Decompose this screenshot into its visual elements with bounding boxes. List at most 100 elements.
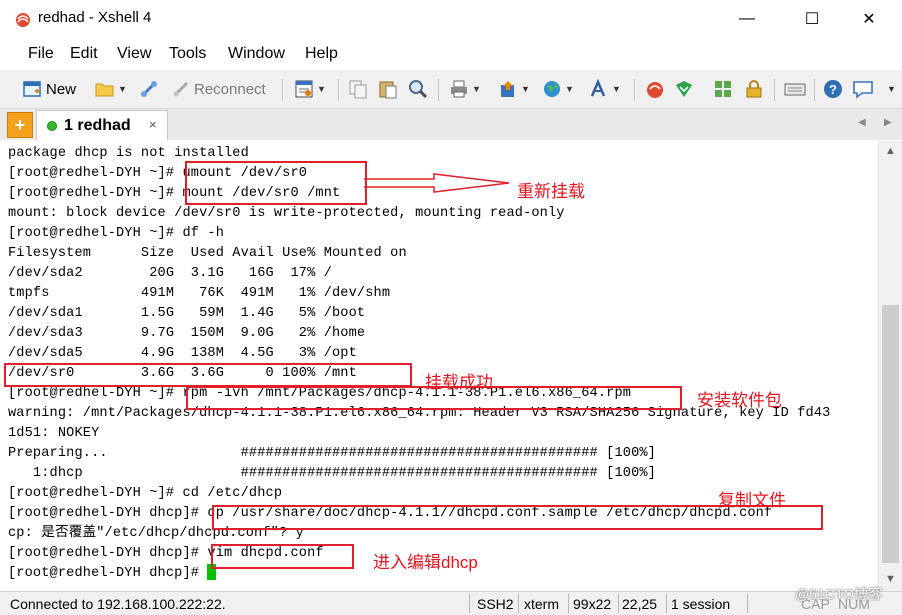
annotation-copy-file: 复制文件 xyxy=(718,491,786,510)
help-button[interactable]: ? xyxy=(823,77,843,101)
status-divider xyxy=(747,594,748,613)
reconnect-icon xyxy=(173,81,189,97)
maximize-button[interactable]: ☐ xyxy=(789,0,835,38)
annotation-box-mount-success xyxy=(4,363,412,387)
chevron-down-icon: ▼ xyxy=(521,84,530,94)
tab-label: 1 redhad xyxy=(64,117,131,134)
scrollbar-thumb[interactable] xyxy=(882,305,899,563)
status-divider xyxy=(666,594,667,613)
connect-button[interactable] xyxy=(139,77,159,101)
folder-icon xyxy=(95,83,114,97)
xshell-app-icon xyxy=(16,13,30,27)
status-bar: Connected to 192.168.100.222:22. SSH2 xt… xyxy=(0,591,902,615)
keyboard-button[interactable] xyxy=(784,77,806,101)
chat-button[interactable] xyxy=(852,77,874,101)
connection-status: Connected to 192.168.100.222:22. xyxy=(10,596,226,612)
web-button[interactable]: ▼ xyxy=(542,77,574,101)
terminal-line: /dev/sda2 20G 3.1G 16G 17% / xyxy=(8,266,332,281)
title-bar: redhad - Xshell 4 — ☐ ✕ xyxy=(0,0,902,38)
terminal-line: Preparing... ###########################… xyxy=(8,446,656,461)
watermark: @51CTO博客 xyxy=(795,586,883,602)
terminal-line: /dev/sda5 4.9G 138M 4.5G 3% /opt xyxy=(8,346,357,361)
magnifier-icon xyxy=(409,80,428,99)
menu-view[interactable]: View xyxy=(117,45,151,63)
scroll-up-icon[interactable]: ▲ xyxy=(885,145,896,157)
add-tab-button[interactable]: + xyxy=(7,112,33,138)
annotation-install-package: 安装软件包 xyxy=(697,391,782,410)
find-button[interactable] xyxy=(408,77,428,101)
chevron-down-icon: ▼ xyxy=(612,84,621,94)
print-button[interactable]: ▼ xyxy=(449,77,481,101)
terminal-type-status: xterm xyxy=(524,596,559,612)
terminal-line: [root@redhel-DYH ~]# df -h xyxy=(8,226,224,241)
tab-close-icon[interactable]: × xyxy=(149,117,157,132)
status-divider xyxy=(469,594,470,613)
terminal-size-status: 99x22 xyxy=(573,596,612,612)
status-divider xyxy=(518,594,519,613)
new-session-button[interactable]: New xyxy=(22,77,76,101)
file-transfer-icon xyxy=(501,81,514,97)
scroll-down-icon[interactable]: ▼ xyxy=(885,573,896,585)
annotation-remount: 重新挂载 xyxy=(517,182,585,201)
xshell-icon xyxy=(647,82,663,98)
speech-bubble-icon xyxy=(853,81,873,99)
menu-bar: File Edit View Tools Window Help xyxy=(0,38,902,70)
help-icon: ? xyxy=(824,80,842,98)
tab-scroll-left-icon[interactable]: ◀ xyxy=(858,117,866,128)
tab-redhad[interactable]: 1 redhad × xyxy=(36,110,168,140)
terminal-prompt-line: [root@redhel-DYH dhcp]# xyxy=(8,564,217,584)
copy-button[interactable] xyxy=(348,77,368,101)
terminal-line: 1:dhcp #################################… xyxy=(8,466,656,481)
menu-file[interactable]: File xyxy=(28,45,54,63)
transfer-button[interactable]: ▼ xyxy=(498,77,530,101)
printer-icon xyxy=(451,80,467,98)
new-session-icon xyxy=(23,81,41,97)
toolbar-divider xyxy=(438,79,439,101)
layout-button[interactable] xyxy=(713,77,733,101)
svg-text:?: ? xyxy=(829,82,837,97)
layout-grid-icon xyxy=(715,81,731,97)
tab-bar: + 1 redhad × ◀ ▶ xyxy=(0,109,902,140)
font-button[interactable]: ▼ xyxy=(589,77,621,101)
cursor-position-status: 22,25 xyxy=(622,596,658,612)
menu-help[interactable]: Help xyxy=(305,45,338,63)
xftp-button[interactable] xyxy=(674,77,694,101)
protocol-status: SSH2 xyxy=(477,596,514,612)
window-title: redhad - Xshell 4 xyxy=(38,9,152,26)
chevron-down-icon: ▼ xyxy=(118,84,127,94)
chevron-down-icon: ▼ xyxy=(472,84,481,94)
toolbar-overflow-button[interactable]: ▼ xyxy=(884,77,896,101)
xftp-icon xyxy=(676,81,692,97)
terminal-line: /dev/sda1 1.5G 59M 1.4G 5% /boot xyxy=(8,306,366,321)
terminal-line: Filesystem Size Used Avail Use% Mounted … xyxy=(8,246,407,261)
toolbar: New ▼ Reconnect ▼ ▼ ▼ ▼ ▼ ? ▼ xyxy=(0,70,902,109)
properties-button[interactable]: ▼ xyxy=(294,77,326,101)
minimize-button[interactable]: — xyxy=(724,0,770,38)
vertical-scrollbar[interactable]: ▲ ▼ xyxy=(878,141,902,591)
close-button[interactable]: ✕ xyxy=(846,0,892,38)
session-count-status: 1 session xyxy=(671,596,731,612)
chevron-down-icon: ▼ xyxy=(317,84,326,94)
menu-tools[interactable]: Tools xyxy=(169,45,206,63)
menu-edit[interactable]: Edit xyxy=(70,45,98,63)
terminal-line: [root@redhel-DYH ~]# cd /etc/dhcp xyxy=(8,486,283,501)
toolbar-divider xyxy=(338,79,339,101)
reconnect-button[interactable]: Reconnect xyxy=(172,77,266,101)
chevron-down-icon: ▼ xyxy=(565,84,574,94)
status-divider xyxy=(568,594,569,613)
annotation-box-remount xyxy=(185,161,367,205)
annotation-box-install xyxy=(186,386,682,410)
annotation-edit-dhcp: 进入编辑dhcp xyxy=(373,553,478,572)
open-folder-button[interactable]: ▼ xyxy=(95,77,127,101)
plug-icon xyxy=(141,81,157,97)
menu-window[interactable]: Window xyxy=(228,45,285,63)
tab-scroll-right-icon[interactable]: ▶ xyxy=(884,117,892,128)
reconnect-label: Reconnect xyxy=(194,80,266,98)
terminal-line: 1d51: NOKEY xyxy=(8,426,100,441)
xshell-button[interactable] xyxy=(645,77,665,101)
font-icon xyxy=(590,79,606,97)
lock-button[interactable] xyxy=(744,77,764,101)
paste-button[interactable] xyxy=(378,77,398,101)
toolbar-divider xyxy=(774,79,775,101)
connected-status-icon xyxy=(47,121,57,131)
